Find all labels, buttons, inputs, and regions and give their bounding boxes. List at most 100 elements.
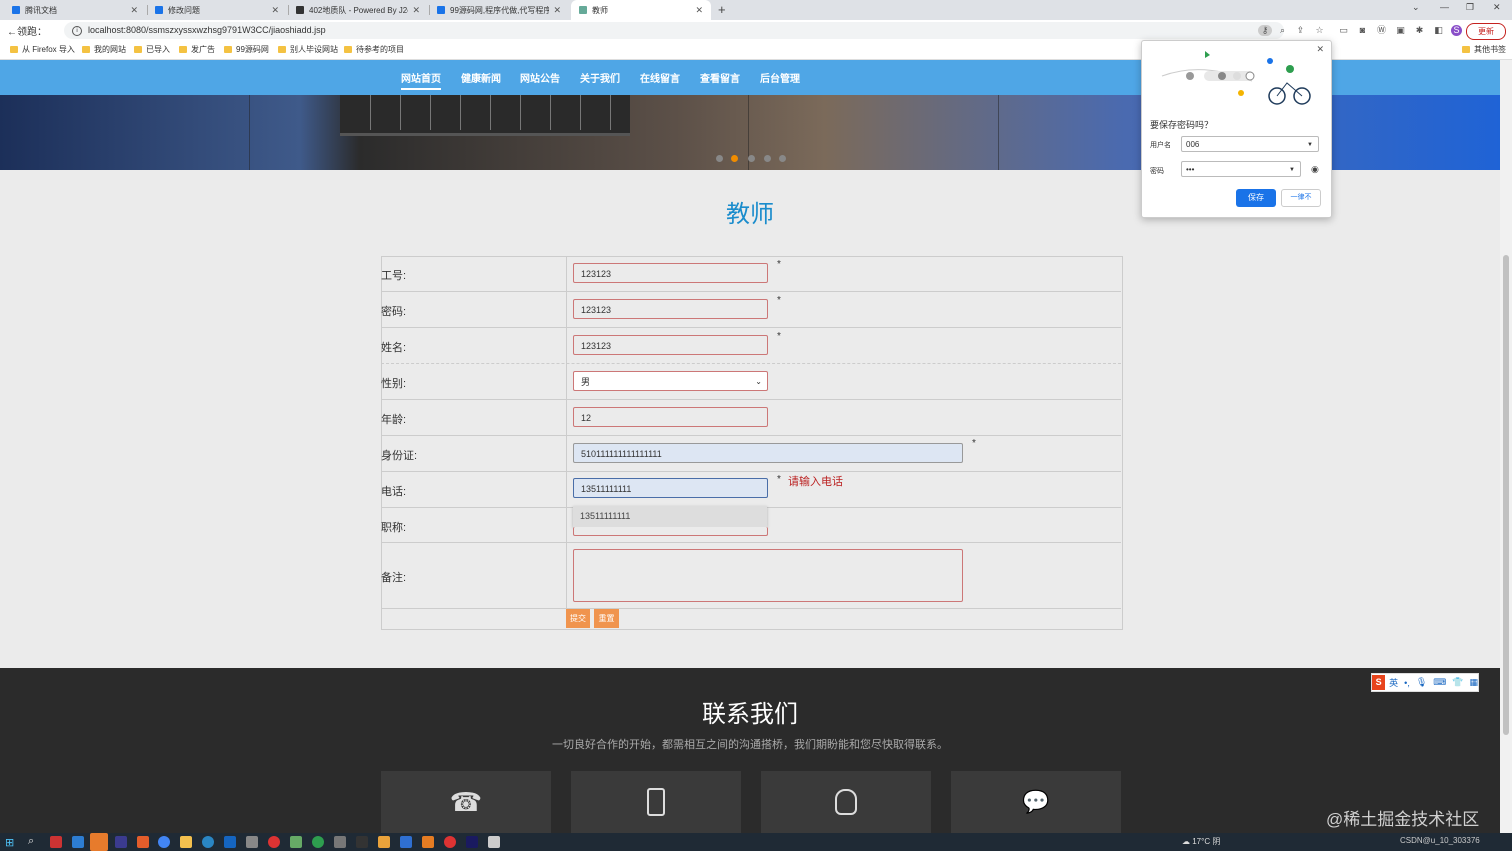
app-icon[interactable] — [202, 836, 214, 848]
remarks-textarea[interactable] — [573, 549, 963, 602]
app-icon[interactable] — [72, 836, 84, 848]
scrollbar-thumb[interactable] — [1503, 255, 1509, 735]
app-icon[interactable] — [334, 836, 346, 848]
bookmark-others-thesis[interactable]: 别人毕设网站 — [278, 44, 338, 55]
address-bar[interactable]: i localhost:8080/ssmszxyssxwzhsg9791W3CC/… — [64, 22, 1284, 39]
tab-search-icon[interactable]: ⌄ — [1412, 2, 1420, 13]
extension-icon[interactable]: ▭ — [1338, 25, 1349, 36]
system-tray[interactable]: ☁ 17°C 阴 — [1182, 836, 1220, 847]
app-icon[interactable] — [488, 836, 500, 848]
bookmark-my-site[interactable]: 我的网站 — [82, 44, 126, 55]
nav-item-online-message[interactable]: 在线留言 — [640, 70, 680, 85]
submit-button[interactable]: 提交 — [566, 609, 590, 628]
app-icon[interactable] — [115, 836, 127, 848]
browser-tab-5-active[interactable]: 教师 ✕ — [571, 0, 711, 20]
image-extension-icon[interactable]: ▣ — [1395, 25, 1406, 36]
chevron-down-icon: ⌄ — [755, 377, 762, 386]
nav-item-view-messages[interactable]: 查看留言 — [700, 70, 740, 85]
app-icon[interactable] — [444, 836, 456, 848]
nav-item-about[interactable]: 关于我们 — [580, 70, 620, 85]
name-input[interactable]: 123123 — [573, 335, 768, 355]
keyboard-icon[interactable]: ⌨ — [1433, 677, 1446, 688]
bookmark-other[interactable]: 其他书签 — [1462, 44, 1506, 55]
close-icon[interactable]: ✕ — [130, 5, 138, 16]
new-tab-button[interactable]: + — [718, 2, 726, 17]
app-icon[interactable] — [268, 836, 280, 848]
search-icon[interactable]: ⌕ — [28, 835, 34, 848]
share-icon[interactable]: ⇪ — [1295, 25, 1306, 36]
info-icon[interactable]: i — [72, 25, 82, 36]
close-icon[interactable]: ✕ — [271, 5, 279, 16]
eye-icon[interactable]: ◉ — [1311, 164, 1319, 175]
phone-autocomplete-suggestion[interactable]: 13511111111 — [573, 506, 767, 527]
reset-button[interactable]: 重置 — [594, 609, 619, 628]
employee-id-input[interactable]: 123123 — [573, 263, 768, 283]
app-icon[interactable] — [50, 836, 62, 848]
bookmark-ads[interactable]: 发广告 — [179, 44, 215, 55]
close-icon[interactable]: ✕ — [412, 5, 420, 16]
app-icon[interactable] — [312, 836, 324, 848]
bookmark-reference[interactable]: 待参考的项目 — [344, 44, 404, 55]
w-extension-icon[interactable]: Ⓦ — [1376, 25, 1387, 36]
carousel-dot[interactable] — [779, 155, 786, 162]
minimize-button[interactable]: — — [1440, 2, 1449, 12]
carousel-dot[interactable] — [716, 155, 723, 162]
profile-avatar[interactable]: S — [1451, 25, 1462, 36]
app-icon[interactable] — [356, 836, 368, 848]
bookmark-imported[interactable]: 已导入 — [134, 44, 170, 55]
bookmark-99code[interactable]: 99源码网 — [224, 44, 269, 55]
username-field[interactable]: 006 ▼ — [1181, 136, 1319, 152]
app-icon[interactable] — [378, 836, 390, 848]
close-icon[interactable]: ✕ — [1316, 44, 1324, 55]
nav-item-home[interactable]: 网站首页 — [401, 70, 441, 90]
password-input[interactable]: 123123 — [573, 299, 768, 319]
app-icon[interactable] — [290, 836, 302, 848]
gender-select[interactable]: 男 ⌄ — [573, 371, 768, 391]
camera-icon[interactable]: ◙ — [1357, 25, 1368, 36]
nav-item-announcements[interactable]: 网站公告 — [520, 70, 560, 85]
app-icon[interactable] — [466, 836, 478, 848]
back-button[interactable]: ←领跑： — [7, 23, 47, 38]
sidepanel-icon[interactable]: ◧ — [1433, 25, 1444, 36]
folder-icon[interactable] — [180, 836, 192, 848]
save-password-button[interactable]: 保存 — [1236, 189, 1276, 207]
browser-tab-3[interactable]: 402地质队 - Powered By J2eeF✕ — [288, 0, 428, 20]
app-icon[interactable] — [224, 836, 236, 848]
update-button[interactable]: 更新 — [1466, 23, 1506, 40]
carousel-dot[interactable] — [764, 155, 771, 162]
app-icon[interactable] — [90, 833, 108, 851]
close-icon[interactable]: ✕ — [553, 5, 561, 16]
app-icon[interactable] — [246, 836, 258, 848]
app-icon[interactable] — [422, 836, 434, 848]
skin-icon[interactable]: 👕 — [1452, 677, 1463, 688]
bookmark-firefox-import[interactable]: 从 Firefox 导入 — [10, 44, 75, 55]
nav-item-admin[interactable]: 后台管理 — [760, 70, 800, 85]
password-field[interactable]: ••• ▼ — [1181, 161, 1301, 177]
phone-input[interactable]: 13511111111 — [573, 478, 768, 498]
microphone-icon[interactable]: 🎙 — [1416, 677, 1427, 688]
restore-button[interactable]: ❐ — [1466, 2, 1474, 13]
id-card-input[interactable]: 510111111111111111 — [573, 443, 963, 463]
browser-tab-2[interactable]: 修改问题 ✕ — [147, 0, 287, 20]
browser-tab-4[interactable]: 99源码网,程序代做,代写程序代码✕ — [429, 0, 569, 20]
close-window-button[interactable]: ✕ — [1493, 2, 1501, 13]
ime-toolbar[interactable]: S 英 •, 🎙 ⌨ 👕 ▦ — [1371, 673, 1479, 692]
punctuation-icon[interactable]: •, — [1404, 678, 1410, 688]
title-input[interactable] — [573, 527, 768, 536]
age-input[interactable]: 12 — [573, 407, 768, 427]
app-icon[interactable] — [137, 836, 149, 848]
star-icon[interactable]: ☆ — [1314, 25, 1325, 36]
never-save-button[interactable]: 一律不 — [1281, 189, 1321, 207]
puzzle-icon[interactable]: ✱ — [1414, 25, 1425, 36]
carousel-dot[interactable] — [748, 155, 755, 162]
key-icon[interactable]: ⚷ — [1258, 25, 1272, 36]
nav-item-health-news[interactable]: 健康新闻 — [461, 70, 501, 85]
chrome-icon[interactable] — [158, 836, 170, 848]
windows-start-icon[interactable]: ⊞ — [5, 836, 14, 849]
grid-icon[interactable]: ▦ — [1469, 677, 1478, 688]
app-icon[interactable] — [400, 836, 412, 848]
browser-tab-1[interactable]: 腾讯文档 ✕ — [4, 0, 146, 20]
carousel-dot-active[interactable] — [731, 155, 738, 162]
close-icon[interactable]: ✕ — [695, 5, 703, 16]
zoom-icon[interactable]: ⌕ — [1277, 25, 1288, 36]
